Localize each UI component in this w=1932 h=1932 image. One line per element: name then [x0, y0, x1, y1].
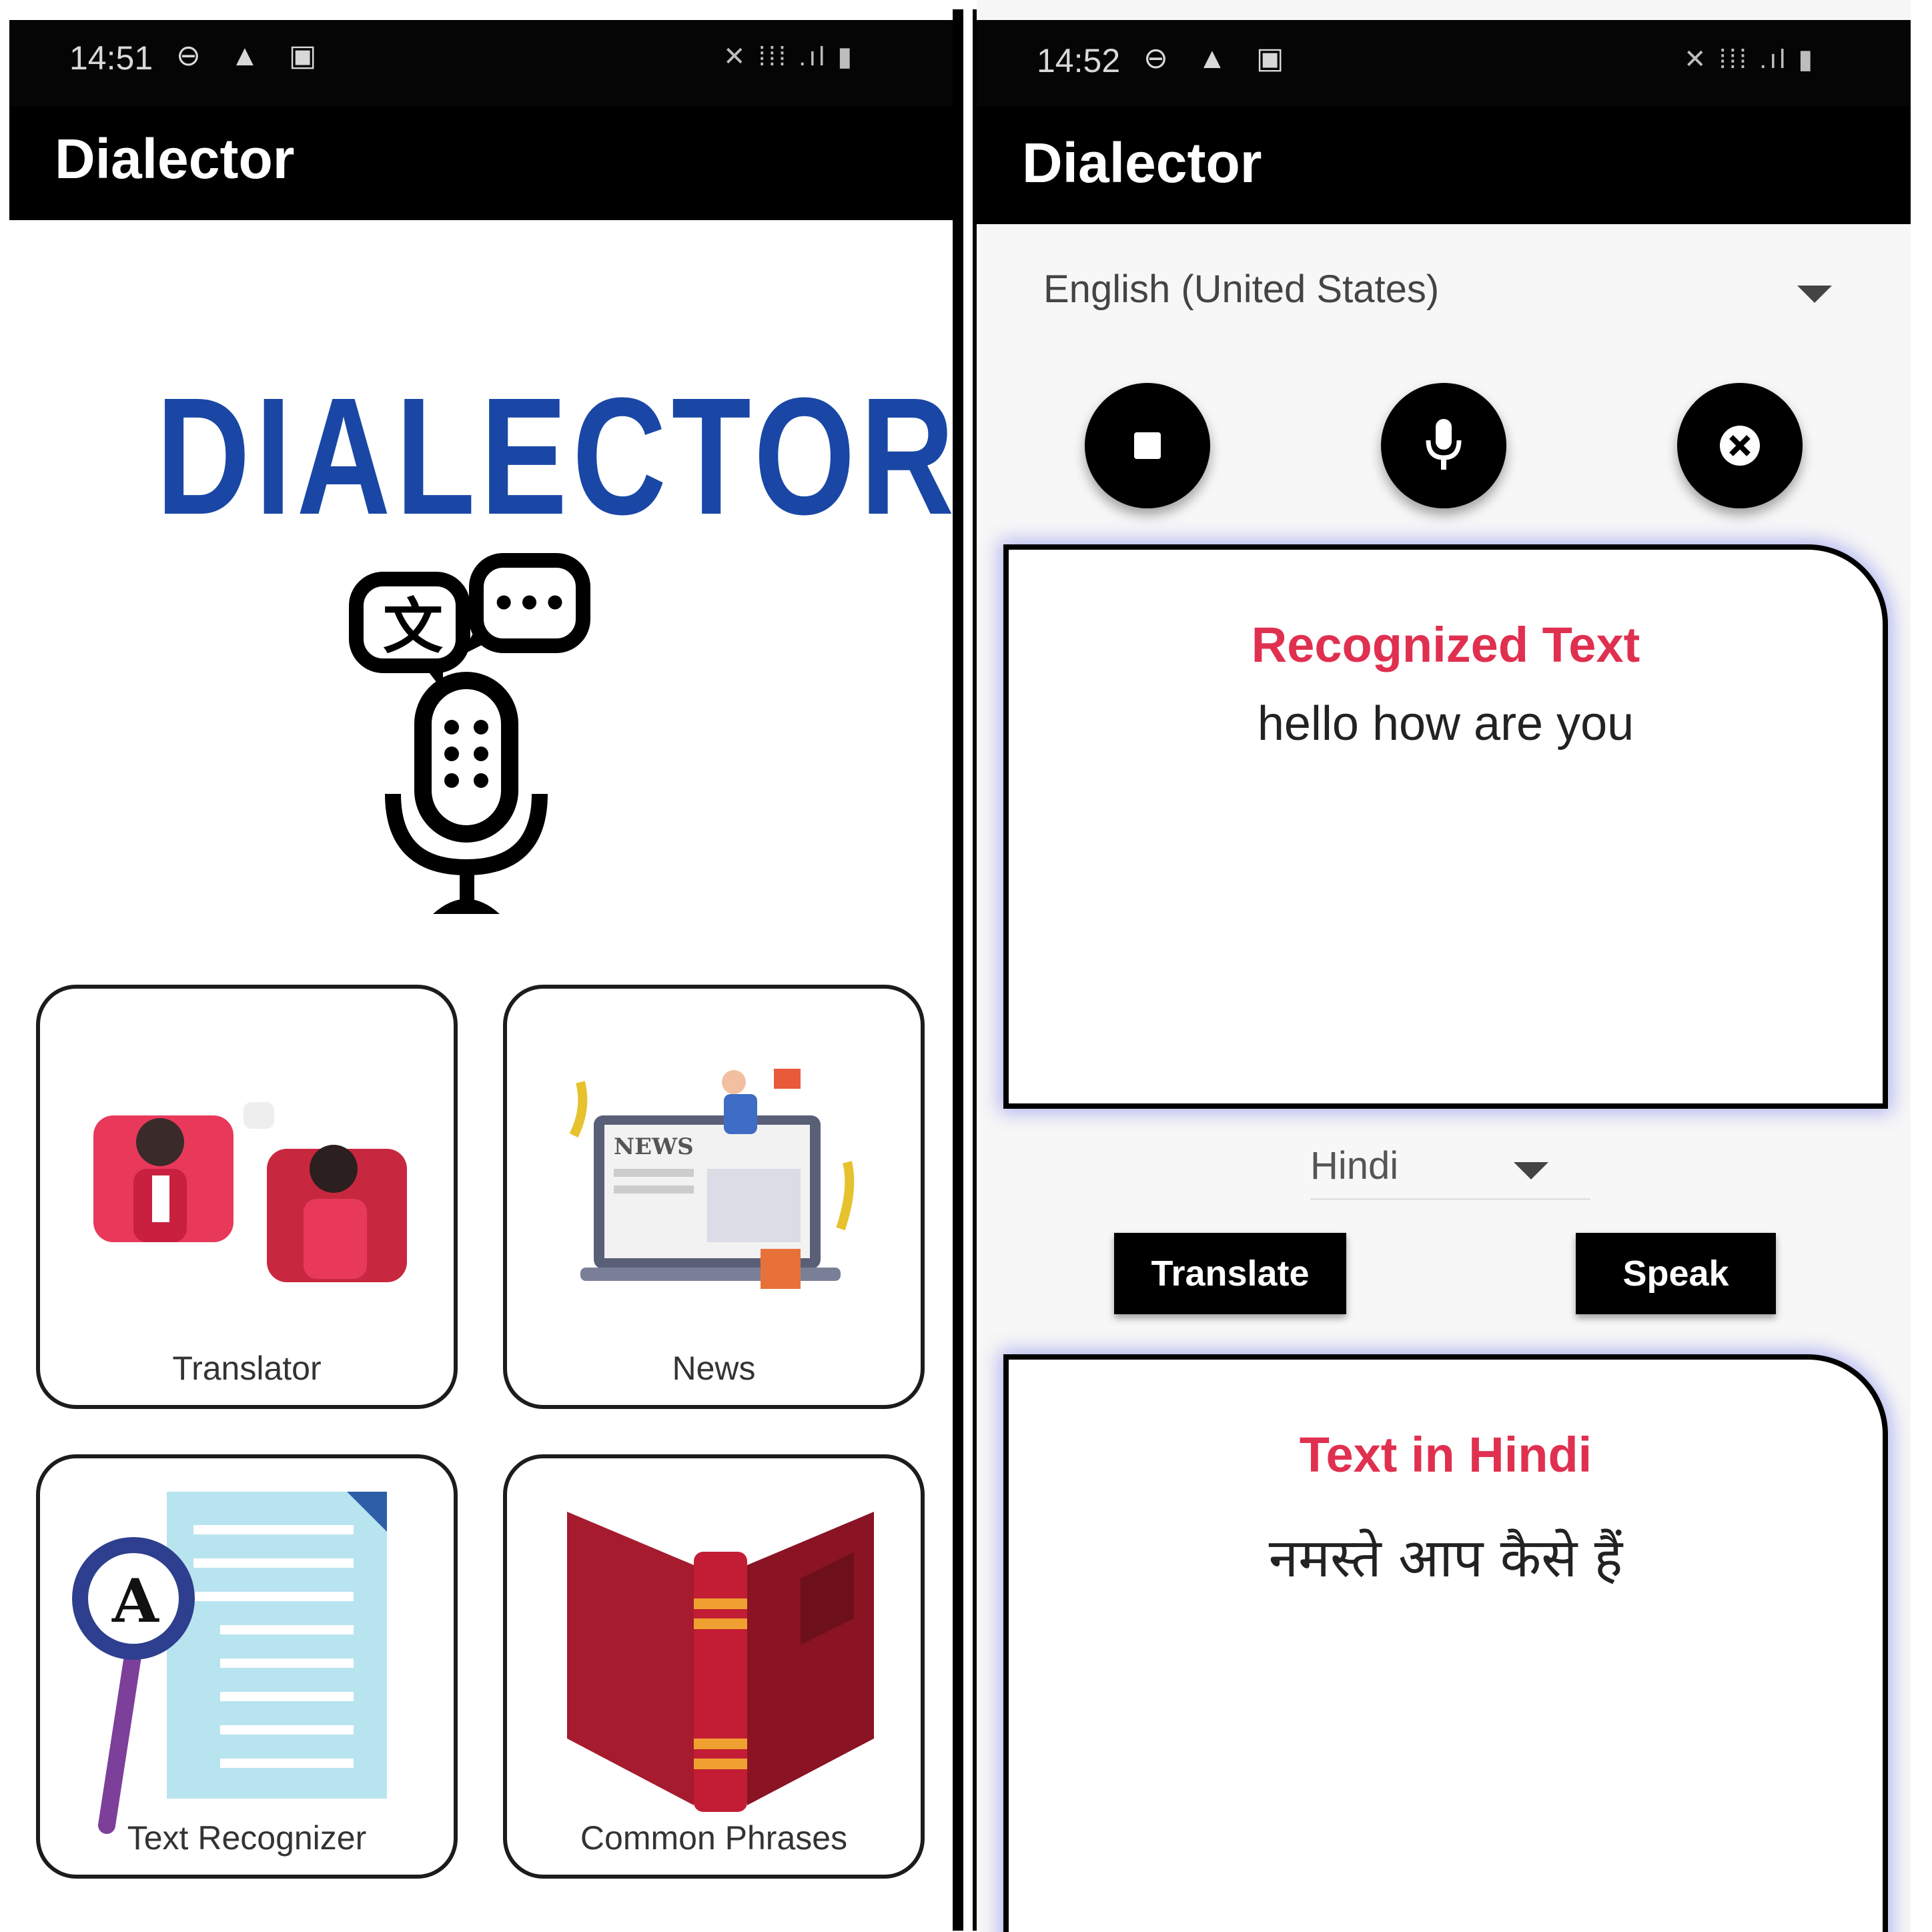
source-language-value: English (United States) — [1043, 268, 1440, 311]
source-language-dropdown[interactable]: English (United States) — [1043, 260, 1857, 327]
speak-button[interactable]: Speak — [1576, 1233, 1776, 1314]
chevron-down-icon — [1514, 1162, 1548, 1179]
target-language-value: Hindi — [1310, 1144, 1399, 1187]
chevron-down-icon — [1797, 286, 1832, 303]
recognized-text-value: hello how are you — [1257, 697, 1634, 751]
translated-text-panel: Text in Hindi नमस्ते आप कैसे हैं — [1003, 1354, 1888, 1932]
clear-icon — [1720, 426, 1760, 466]
stop-icon — [1134, 432, 1161, 459]
text-recognizer-label: Text Recognizer — [127, 1819, 367, 1857]
status-time: 14:51 — [69, 39, 153, 77]
logo-wordmark: DIALECTOR — [156, 363, 953, 549]
text-recognizer-card[interactable]: A Text Recognizer — [36, 1454, 458, 1879]
svg-text:NEWS: NEWS — [614, 1133, 694, 1160]
app-title: Dialector — [1022, 131, 1262, 194]
status-icons-left: ⊖ ▲ ▣ — [1143, 42, 1295, 75]
home-screen: 14:51 ⊖ ▲ ▣ ✕ ⁞⁞⁞ .ıl ▮ Dialector DIALEC… — [9, 0, 953, 1932]
clear-button[interactable] — [1677, 383, 1803, 508]
target-language-dropdown[interactable]: Hindi — [1310, 1134, 1590, 1201]
app-title: Dialector — [55, 127, 295, 190]
common-phrases-label: Common Phrases — [580, 1819, 848, 1857]
news-illustration-icon: NEWS — [569, 1069, 855, 1289]
status-icons-right: ✕ ⁞⁞⁞ .ıl ▮ — [723, 42, 855, 71]
screen-divider — [953, 9, 963, 1931]
translated-text-value: नमस्ते आप कैसे हैं — [1268, 1527, 1623, 1589]
stop-button[interactable] — [1085, 383, 1210, 508]
text-recognizer-illustration-icon: A — [72, 1492, 387, 1834]
svg-text:A: A — [111, 1566, 159, 1636]
translator-screen: 14:52 ⊖ ▲ ▣ ✕ ⁞⁞⁞ .ıl ▮ Dialector Englis… — [977, 0, 1911, 1932]
status-icons-left: ⊖ ▲ ▣ — [176, 39, 328, 72]
logo-glyph: 文 — [383, 592, 443, 662]
mic-icon — [1426, 419, 1462, 470]
common-phrases-card[interactable]: Common Phrases — [503, 1454, 925, 1879]
news-card[interactable]: NEWS News — [503, 985, 925, 1409]
translate-button[interactable]: Translate — [1114, 1233, 1346, 1314]
recognized-text-panel: Recognized Text hello how are you — [1003, 544, 1888, 1109]
dialector-logo-icon: 文 ••• — [349, 553, 590, 914]
logo-bubble-dots: ••• — [491, 580, 568, 627]
book-illustration-icon — [567, 1512, 874, 1812]
news-label: News — [672, 1350, 756, 1387]
status-time: 14:52 — [1037, 42, 1121, 79]
translated-text-title: Text in Hindi — [1299, 1427, 1592, 1482]
recognized-text-title: Recognized Text — [1251, 617, 1640, 672]
status-icons-right: ✕ ⁞⁞⁞ .ıl ▮ — [1684, 45, 1816, 74]
dropdown-underline — [1310, 1198, 1590, 1200]
mic-button[interactable] — [1381, 383, 1506, 508]
translator-illustration-icon — [93, 1102, 407, 1282]
translator-label: Translator — [172, 1350, 322, 1387]
translator-card[interactable]: Translator — [36, 985, 458, 1409]
